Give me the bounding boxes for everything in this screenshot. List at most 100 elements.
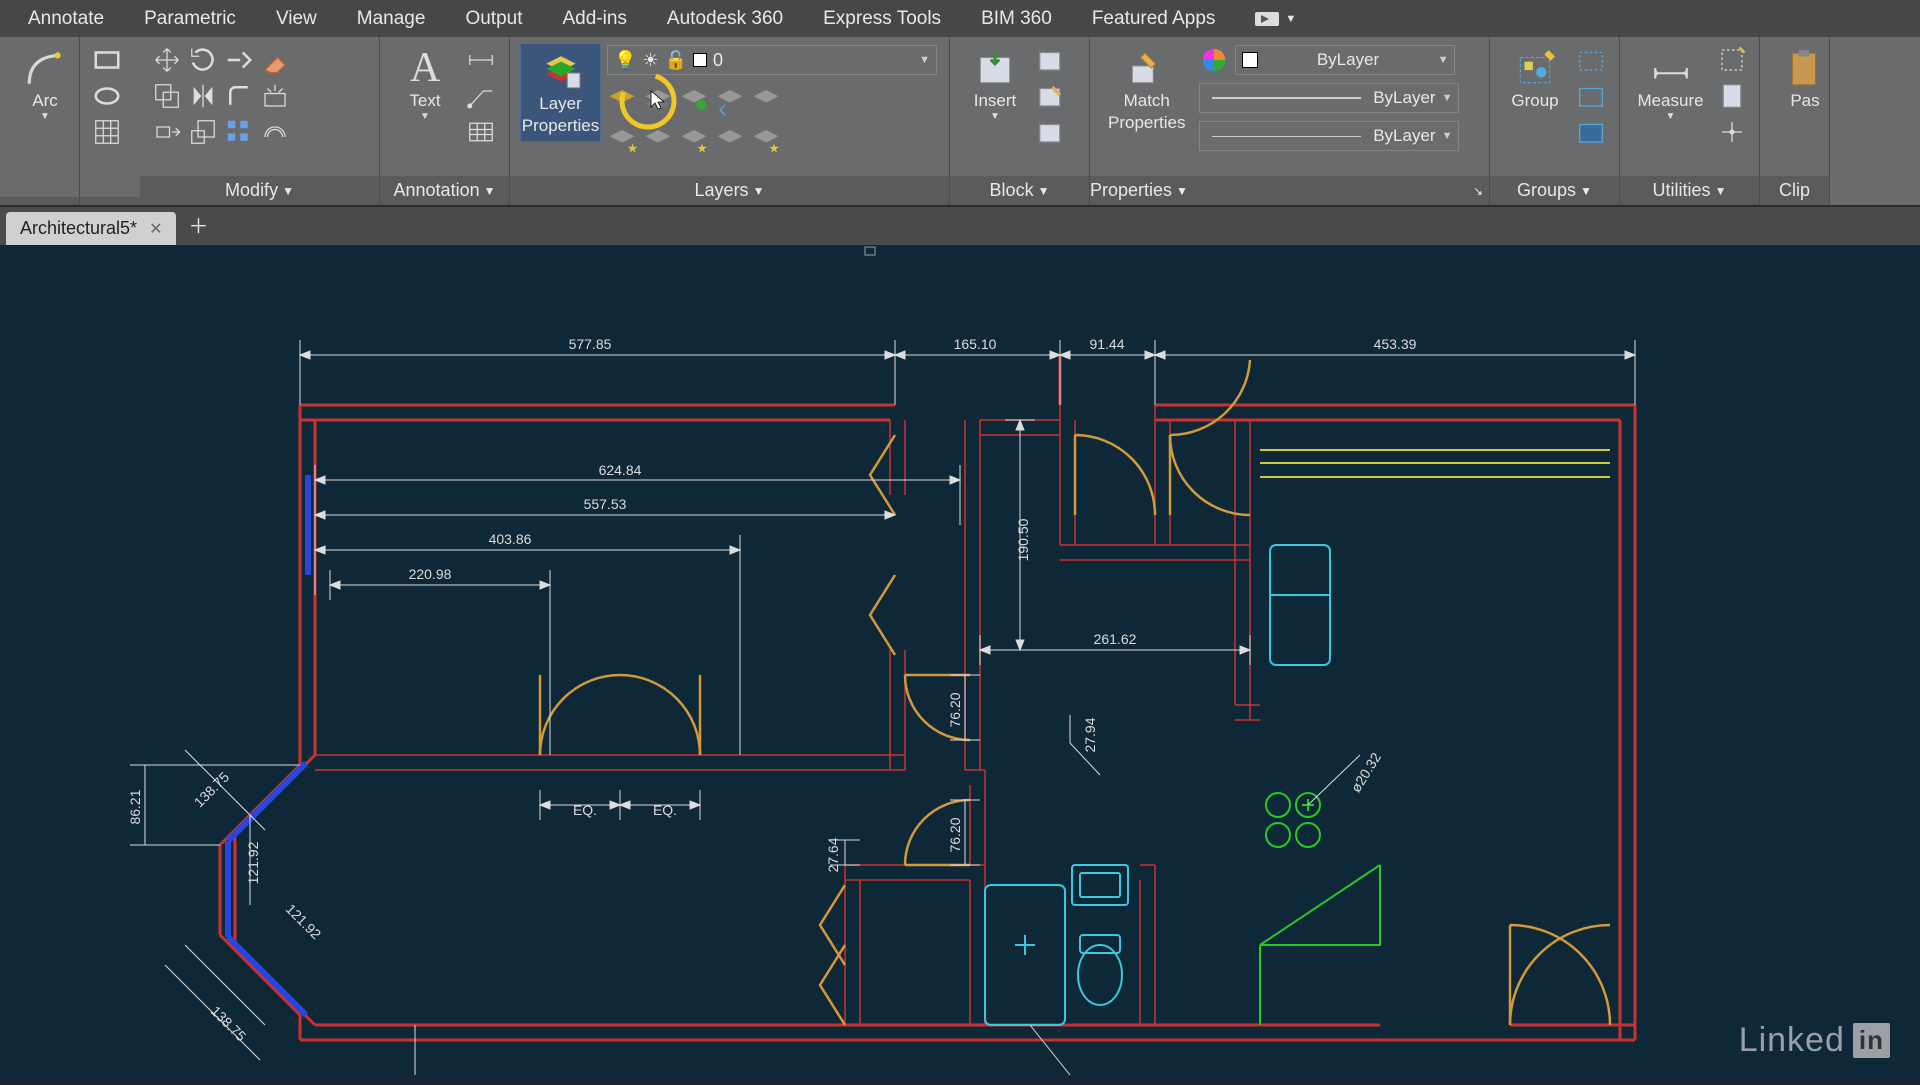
edit-block-icon[interactable] [1036, 81, 1066, 111]
explode-icon[interactable] [260, 81, 290, 111]
paste-label: Pas [1790, 91, 1819, 111]
dimension-icon[interactable] [466, 45, 496, 75]
lock-icon: 🔓 [665, 50, 687, 71]
menu-annotate[interactable]: Annotate [8, 2, 124, 36]
menu-featured[interactable]: Featured Apps [1072, 2, 1236, 36]
rotate-icon[interactable] [188, 45, 218, 75]
chevron-down-icon: ▼ [753, 184, 765, 198]
move-icon[interactable] [152, 45, 182, 75]
fillet-icon[interactable] [224, 81, 254, 111]
svg-text:★: ★ [769, 142, 780, 156]
match-properties-button[interactable]: Match Properties [1100, 43, 1193, 136]
menu-output[interactable]: Output [445, 2, 542, 36]
quick-calc-icon[interactable] [1717, 81, 1747, 111]
dialog-launcher-icon[interactable]: ↘ [1473, 184, 1483, 198]
text-button[interactable]: A Text ▼ [390, 43, 460, 126]
video-icon [1255, 12, 1279, 26]
dim-27a: 27.94 [1082, 717, 1098, 752]
table-icon[interactable] [466, 117, 496, 147]
layer-walk-icon[interactable]: ★ [751, 125, 781, 155]
menubar: Annotate Parametric View Manage Output A… [0, 0, 1920, 37]
layer-previous-icon[interactable] [715, 85, 745, 115]
menu-express[interactable]: Express Tools [803, 2, 961, 36]
chevron-down-icon: ▼ [282, 184, 294, 198]
layer-match-icon[interactable] [679, 85, 709, 115]
layer-change-icon[interactable] [715, 125, 745, 155]
linetype-preview [1212, 136, 1361, 137]
file-tab-active[interactable]: Architectural5* ✕ [6, 212, 176, 245]
new-tab-button[interactable]: ＋ [176, 204, 220, 245]
panel-annotation-title[interactable]: Annotation▼ [380, 176, 509, 205]
insert-button[interactable]: Insert ▼ [960, 43, 1030, 126]
ungroup-icon[interactable] [1576, 45, 1606, 75]
select-all-icon[interactable] [1717, 45, 1747, 75]
array-icon[interactable] [224, 117, 254, 147]
panel-layers-title[interactable]: Layers▼ [510, 176, 949, 205]
insert-label: Insert [974, 91, 1017, 111]
panel-block-title[interactable]: Block▼ [950, 176, 1089, 205]
paste-button[interactable]: Pas [1770, 43, 1840, 115]
file-tab-label: Architectural5* [20, 218, 137, 239]
hatch-icon[interactable] [92, 117, 122, 147]
dim-557: 557.53 [584, 496, 627, 512]
close-icon[interactable]: ✕ [149, 219, 162, 239]
measure-button[interactable]: Measure ▼ [1630, 43, 1711, 126]
paste-icon [1784, 47, 1826, 89]
menu-bim360[interactable]: BIM 360 [961, 2, 1072, 36]
ellipse-icon[interactable] [92, 81, 122, 111]
erase-icon[interactable] [260, 45, 290, 75]
panel-utilities-title[interactable]: Utilities▼ [1620, 176, 1759, 205]
dim-eq2: EQ. [653, 802, 677, 818]
video-dropdown[interactable]: ▼ [1235, 6, 1316, 32]
panel-draw-title[interactable] [0, 197, 79, 205]
group-button[interactable]: Group [1500, 43, 1570, 115]
leader-icon[interactable] [466, 81, 496, 111]
menu-parametric[interactable]: Parametric [124, 2, 256, 36]
panel-groups: Group Groups▼ [1490, 37, 1620, 205]
create-block-icon[interactable] [1036, 45, 1066, 75]
offset-icon[interactable] [260, 117, 290, 147]
dim-76b: 76.20 [947, 817, 963, 852]
measure-label: Measure [1637, 91, 1703, 111]
layer-freeze-icon[interactable]: ★ [607, 125, 637, 155]
scale-icon[interactable] [188, 117, 218, 147]
menu-view[interactable]: View [256, 2, 337, 36]
arc-button[interactable]: Arc ▼ [10, 43, 80, 126]
panel-clipboard-title[interactable]: Clip [1760, 176, 1829, 205]
layer-isolate-icon[interactable] [751, 85, 781, 115]
rectangle-icon[interactable] [92, 45, 122, 75]
layer-properties-button[interactable]: Layer Properties [520, 43, 601, 142]
drawing-canvas[interactable]: 577.85 165.10 91.44 453.39 624.84 557.53… [0, 245, 1920, 1080]
panel-modify-title[interactable]: Modify▼ [140, 176, 379, 205]
trim-icon[interactable] [224, 45, 254, 75]
svg-text:★: ★ [627, 142, 637, 156]
linetype-dropdown[interactable]: ByLayer ▼ [1199, 121, 1459, 151]
point-icon[interactable] [1717, 117, 1747, 147]
edit-attr-icon[interactable] [1036, 117, 1066, 147]
menu-a360[interactable]: Autodesk 360 [647, 2, 803, 36]
dim-76a: 76.20 [947, 692, 963, 727]
mirror-icon[interactable] [188, 81, 218, 111]
make-current-icon[interactable] [643, 85, 673, 115]
color-wheel-icon[interactable] [1199, 45, 1229, 75]
color-dropdown[interactable]: ByLayer ▼ [1235, 45, 1455, 75]
panel-groups-title[interactable]: Groups▼ [1490, 176, 1619, 205]
stretch-icon[interactable] [152, 117, 182, 147]
layer-state-icon[interactable]: ★ [679, 125, 709, 155]
group-edit-icon[interactable] [1576, 81, 1606, 111]
linkedin-watermark: Linked in [1739, 1021, 1890, 1060]
layer-dropdown[interactable]: 💡 ☀ 🔓 0 ▼ [607, 45, 937, 75]
menu-addins[interactable]: Add-ins [543, 2, 647, 36]
copy-icon[interactable] [152, 81, 182, 111]
layer-lock-icon[interactable] [643, 125, 673, 155]
lineweight-dropdown[interactable]: ByLayer ▼ [1199, 83, 1459, 113]
group-bbox-icon[interactable] [1576, 117, 1606, 147]
group-icon [1514, 47, 1556, 89]
layer-off-icon[interactable] [607, 85, 637, 115]
group-label: Group [1511, 91, 1558, 111]
panel-properties-title[interactable]: Properties▼↘ [1090, 176, 1489, 205]
match-icon [1126, 47, 1168, 89]
layer-prop-label1: Layer [539, 94, 582, 114]
text-icon: A [410, 47, 440, 89]
menu-manage[interactable]: Manage [337, 2, 446, 36]
